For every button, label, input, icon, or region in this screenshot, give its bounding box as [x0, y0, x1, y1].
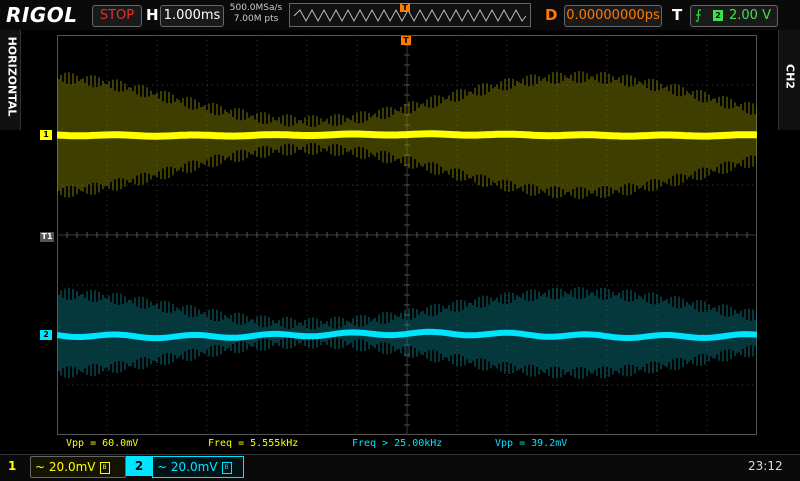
timebase-value[interactable]: 1.000ms [160, 5, 224, 27]
ch1-scale-value: ~ 20.0mV [35, 460, 96, 474]
trigger-level-value: 2.00 V [729, 8, 771, 23]
ch2-scale-value: ~ 20.0mV [157, 460, 218, 474]
bandwidth-limit-icon: B [99, 461, 110, 474]
waveform-display[interactable] [57, 35, 757, 435]
ch2-number[interactable]: 2 [126, 456, 152, 476]
trigger-source-badge: 2 [713, 10, 723, 21]
ch1-scale-box[interactable]: ~ 20.0mV B [30, 456, 126, 478]
bandwidth-limit-icon: B [221, 461, 232, 474]
rising-edge-icon: ⨍ [695, 8, 702, 23]
trigger-delay-value[interactable]: 0.00000000ps [564, 5, 662, 27]
ch2-scale-box[interactable]: ~ 20.0mV B [152, 456, 244, 478]
run-stop-status[interactable]: STOP [92, 5, 142, 27]
ch1-waveform-trace [57, 130, 757, 140]
trigger-position-overview-marker: T [400, 3, 410, 12]
trigger-indicator: T [672, 6, 683, 24]
measurement-ch2-freq: Freq > 25.00kHz [352, 438, 443, 449]
horizontal-indicator: H [146, 6, 159, 24]
horizontal-menu-tab[interactable]: HORIZONTAL [0, 30, 21, 130]
memory-overview-waveform [293, 8, 527, 23]
ch2-tab-label: CH2 [783, 64, 797, 89]
delay-indicator: D [545, 6, 558, 24]
ch2-offset-marker[interactable]: 2 [40, 330, 52, 340]
ch2-menu-tab[interactable]: CH2 [778, 30, 800, 130]
brand-logo: RIGOL [6, 3, 78, 27]
ch1-offset-marker[interactable]: 1 [40, 130, 52, 140]
measurement-ch2-vpp: Vpp = 39.2mV [495, 438, 568, 449]
horizontal-tab-label: HORIZONTAL [5, 36, 19, 117]
memory-overview-bar[interactable] [289, 3, 531, 27]
measurement-ch1-vpp: Vpp = 60.0mV [66, 438, 139, 449]
ch1-number[interactable]: 1 [8, 456, 16, 476]
trigger-level-marker[interactable]: T1 [40, 232, 54, 242]
memory-depth: 7.00M pts [233, 14, 279, 24]
measurement-ch1-freq: Freq = 5.555kHz [208, 438, 299, 449]
trigger-settings[interactable]: ⨍ 2 2.00 V [690, 5, 778, 27]
trigger-position-marker[interactable]: T [401, 36, 411, 45]
sample-rate: 500.0MSa/s [229, 3, 283, 13]
system-clock: 23:12 [748, 459, 783, 473]
